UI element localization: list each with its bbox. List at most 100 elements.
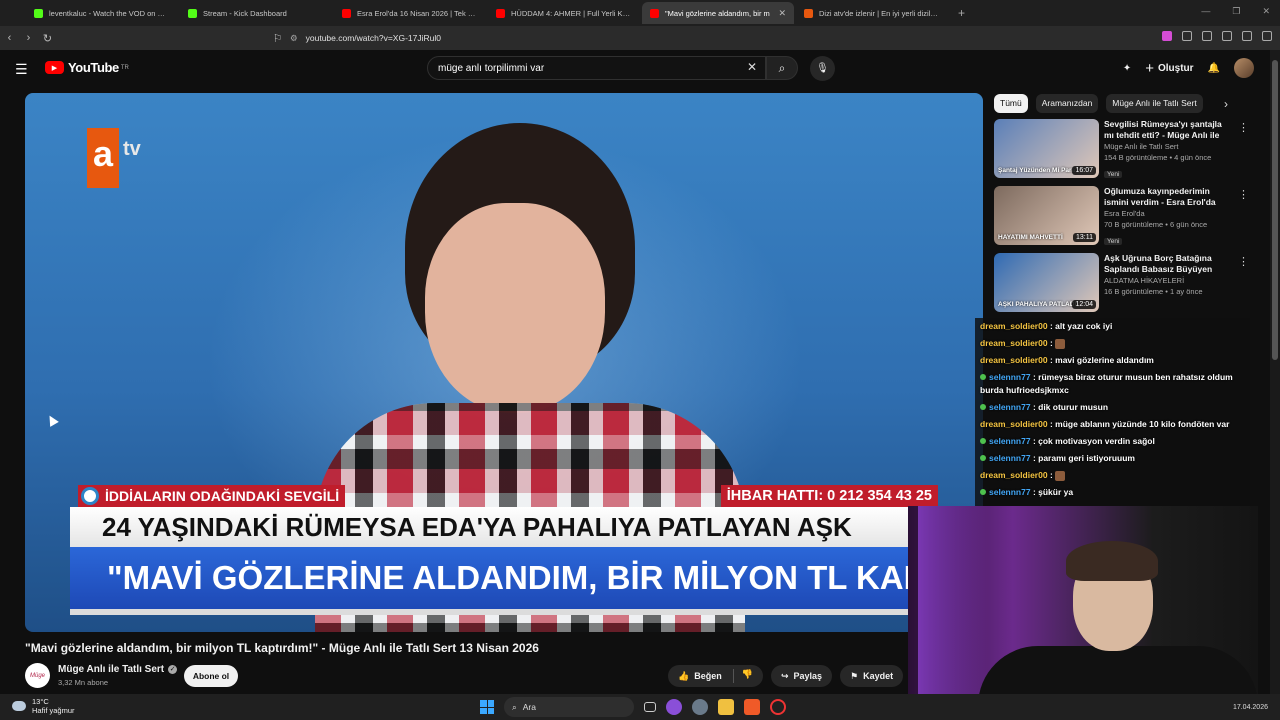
browser-tab[interactable]: Dizi atv'de izlenir | En iyi yerli dizil… bbox=[796, 2, 948, 24]
create-label: Oluştur bbox=[1157, 62, 1194, 74]
bookmark-icon[interactable]: ⚐ bbox=[268, 32, 287, 45]
recommendation-channel[interactable]: Müge Anlı ile Tatlı Sert bbox=[1104, 141, 1232, 152]
channel-avatar[interactable]: Müge bbox=[25, 663, 50, 688]
weather-widget[interactable]: 13°C Hafif yağmur bbox=[12, 697, 75, 715]
chevron-right-icon[interactable]: › bbox=[1224, 97, 1228, 111]
puzzle-icon[interactable] bbox=[1182, 31, 1192, 41]
video-title: "Mavi gözlerine aldandım, bir milyon TL … bbox=[25, 641, 539, 655]
search-input[interactable]: müge anlı torpilimmi var ✕ bbox=[427, 56, 766, 80]
recommended-video[interactable]: Şantaj Yüzünden Mi Para 16:07 Sevgilisi Rü… bbox=[994, 119, 1249, 181]
chat-username[interactable]: dream_soldier00 bbox=[980, 355, 1048, 365]
maximize-icon[interactable]: ❐ bbox=[1232, 6, 1240, 17]
browser-tab[interactable]: HÜDDAM 4: AHMER | Full Yerli Korku... bbox=[488, 2, 640, 24]
app-icon-purple[interactable] bbox=[666, 699, 682, 715]
video-thumbnail[interactable]: HAYATIMI MAHVETTİ 13:11 bbox=[994, 186, 1099, 245]
chat-emote-icon bbox=[1055, 470, 1066, 481]
more-options-icon[interactable]: ⋮ bbox=[1238, 121, 1249, 134]
chat-username[interactable]: dream_soldier00 bbox=[980, 321, 1048, 331]
settings-gear-icon[interactable] bbox=[692, 699, 708, 715]
browser-tab[interactable]: "Mavi gözlerine aldandım, bir m ✕ bbox=[642, 2, 794, 24]
chat-username[interactable]: selennn77 bbox=[989, 487, 1031, 497]
tab-favicon-icon bbox=[34, 8, 43, 18]
taskbar-search[interactable]: ⌕ Ara bbox=[504, 697, 634, 717]
share-button[interactable]: ↪ Paylaş bbox=[770, 665, 833, 687]
forward-icon[interactable]: › bbox=[19, 32, 38, 44]
chat-text: müge ablanın yüzünde 10 kilo fondöten va… bbox=[1055, 419, 1230, 429]
search-button[interactable]: ⌕ bbox=[766, 56, 798, 80]
chip-all[interactable]: Tümü bbox=[994, 94, 1028, 113]
minimize-icon[interactable]: — bbox=[1201, 6, 1210, 17]
windows-start-icon[interactable] bbox=[480, 700, 494, 714]
back-icon[interactable]: ‹ bbox=[0, 32, 19, 44]
file-explorer-icon[interactable] bbox=[718, 699, 734, 715]
recommendation-meta: 154 B görüntüleme • 4 gün önce bbox=[1104, 153, 1212, 162]
chat-username[interactable]: dream_soldier00 bbox=[980, 470, 1048, 480]
scrollbar-thumb[interactable] bbox=[1272, 60, 1278, 360]
thumbs-down-icon[interactable]: 👎 bbox=[732, 669, 753, 683]
url-field[interactable]: ⚙ youtube.com/watch?v=XG-17JiRul0 bbox=[290, 29, 970, 47]
new-tab-button[interactable]: + bbox=[958, 6, 965, 20]
recommendation-info: Oğlumuza kayınpederimin ismini verdim - … bbox=[1104, 186, 1232, 248]
chat-message: selennn77 : dik oturur musun bbox=[975, 399, 1250, 416]
chat-username[interactable]: selennn77 bbox=[989, 372, 1031, 382]
chat-username[interactable]: selennn77 bbox=[989, 453, 1031, 463]
tab-favicon-icon bbox=[342, 8, 351, 18]
browser-tab[interactable]: Stream - Kick Dashboard bbox=[180, 2, 332, 24]
streamer-body bbox=[978, 646, 1258, 694]
bookmark-save-icon: ⚑ bbox=[850, 670, 859, 681]
recommendation-info: Sevgilisi Rümeysa'yı şantajla mı tehdit … bbox=[1104, 119, 1232, 181]
channel-name[interactable]: Müge Anlı ile Tatlı Sert ✓ bbox=[58, 664, 178, 675]
more-options-icon[interactable]: ⋮ bbox=[1238, 255, 1249, 268]
media-icon[interactable] bbox=[1202, 31, 1212, 41]
chat-username[interactable]: selennn77 bbox=[989, 436, 1031, 446]
chat-username[interactable]: selennn77 bbox=[989, 402, 1031, 412]
video-player[interactable]: a tv İDDİALARIN ODAĞINDAKİ SEVGİLİ İHBAR… bbox=[25, 93, 983, 632]
hamburger-menu-icon[interactable]: ☰ bbox=[15, 61, 28, 78]
chat-message: selennn77 : paramı geri istiyoruuum bbox=[975, 450, 1250, 467]
menu-icon[interactable] bbox=[1262, 31, 1272, 41]
opera-gx-icon[interactable] bbox=[770, 699, 786, 715]
chip-channel[interactable]: Müge Anlı ile Tatlı Sert bbox=[1106, 94, 1203, 113]
close-tab-icon[interactable]: ✕ bbox=[778, 8, 786, 19]
hotline-tag: İHBAR HATTI: 0 212 354 43 25 bbox=[720, 485, 938, 507]
task-view-icon[interactable] bbox=[644, 702, 656, 712]
recommended-video[interactable]: AŞKI PAHALIYA PATLADI 12:04 Aşk Uğruna Bor… bbox=[994, 253, 1249, 313]
video-thumbnail[interactable]: AŞKI PAHALIYA PATLADI 12:04 bbox=[994, 253, 1099, 312]
taskbar-search-placeholder: Ara bbox=[522, 702, 536, 712]
recommended-video[interactable]: HAYATIMI MAHVETTİ 13:11 Oğlumuza kayınpede… bbox=[994, 186, 1249, 248]
account-avatar[interactable] bbox=[1234, 58, 1254, 78]
brave-browser-icon[interactable] bbox=[744, 699, 760, 715]
reload-icon[interactable]: ↻ bbox=[38, 32, 57, 45]
recommendation-title[interactable]: Sevgilisi Rümeysa'yı şantajla mı tehdit … bbox=[1104, 119, 1232, 141]
subscribe-button[interactable]: Abone ol bbox=[184, 665, 238, 687]
site-info-icon[interactable]: ⚙ bbox=[290, 33, 298, 44]
like-button[interactable]: 👍 Beğen 👎 bbox=[668, 665, 763, 687]
recommendation-channel[interactable]: ALDATMA HİKAYELERİ bbox=[1104, 275, 1232, 286]
chip-from-search[interactable]: Aramanızdan bbox=[1035, 94, 1099, 113]
extension-icon[interactable] bbox=[1162, 31, 1172, 41]
browser-tab[interactable]: leventkaluc - Watch the VOD on Kick bbox=[26, 2, 178, 24]
studio-icon[interactable]: ✦ bbox=[1123, 63, 1131, 74]
sidebar-icon[interactable] bbox=[1222, 31, 1232, 41]
video-thumbnail[interactable]: Şantaj Yüzünden Mi Para 16:07 bbox=[994, 119, 1099, 178]
notifications-bell-icon[interactable]: 🔔 bbox=[1208, 63, 1220, 74]
recommendation-title[interactable]: Oğlumuza kayınpederimin ismini verdim - … bbox=[1104, 186, 1232, 208]
recommendation-channel[interactable]: Esra Erol'da bbox=[1104, 208, 1232, 219]
more-options-icon[interactable]: ⋮ bbox=[1238, 188, 1249, 201]
chat-username[interactable]: dream_soldier00 bbox=[980, 338, 1048, 348]
chat-username[interactable]: dream_soldier00 bbox=[980, 419, 1048, 429]
chat-separator: : bbox=[1047, 321, 1056, 331]
browser-tab[interactable]: Esra Erol'da 16 Nisan 2026 | Tek Parç... bbox=[334, 2, 486, 24]
atv-logo-tv: tv bbox=[123, 138, 141, 160]
page-scrollbar[interactable] bbox=[1270, 50, 1280, 695]
close-window-icon[interactable]: ✕ bbox=[1262, 6, 1270, 17]
voice-search-button[interactable]: 🎙 bbox=[810, 56, 835, 81]
save-button[interactable]: ⚑ Kaydet bbox=[840, 665, 904, 687]
youtube-header: ☰ ▶ YouTube TR müge anlı torpilimmi var … bbox=[0, 50, 1280, 86]
wallet-icon[interactable] bbox=[1242, 31, 1252, 41]
clear-search-icon[interactable]: ✕ bbox=[747, 60, 757, 74]
youtube-logo[interactable]: ▶ YouTube TR bbox=[45, 60, 129, 75]
recommendation-title[interactable]: Aşk Uğruna Borç Batağına Saplandı Babası… bbox=[1104, 253, 1232, 275]
create-button[interactable]: + Oluştur bbox=[1145, 60, 1193, 77]
subscriber-badge-icon bbox=[980, 374, 986, 380]
